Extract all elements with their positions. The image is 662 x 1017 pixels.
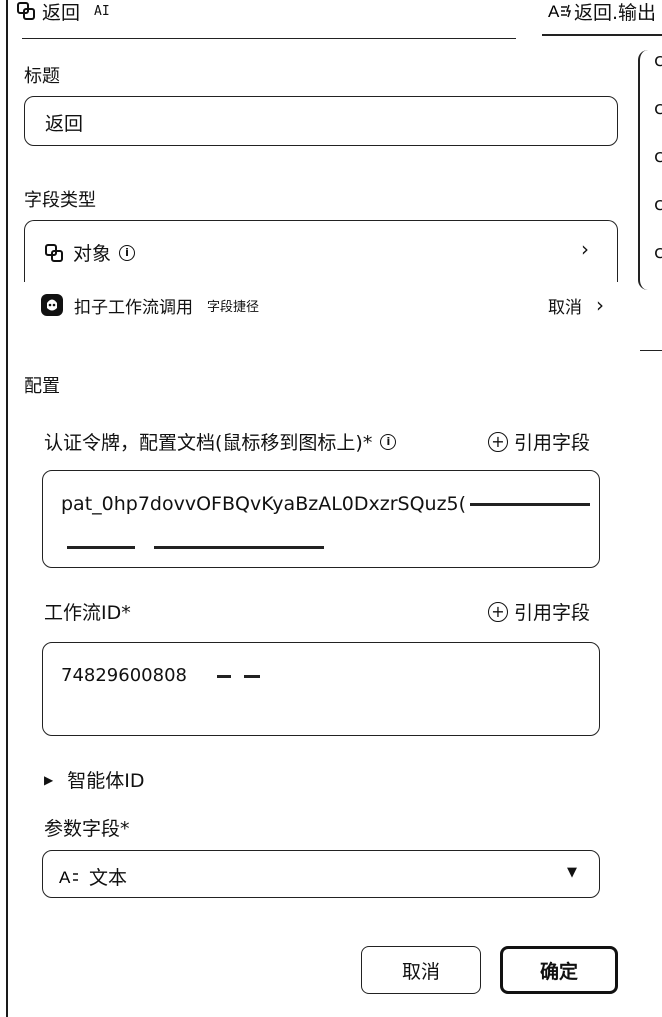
svg-text:A: A: [59, 868, 71, 887]
shortcut-tag: 字段捷径: [207, 299, 260, 315]
workflow-input[interactable]: 74829600808: [42, 642, 600, 736]
shortcut-row: 扣子工作流调用 字段捷径 取消 ›: [40, 292, 604, 318]
header-divider: [22, 38, 516, 39]
field-type-value: 对象: [73, 243, 112, 265]
cancel-button-label: 取消: [401, 960, 440, 983]
tab-underline: [542, 34, 662, 36]
field-type-value-row: 对象 i: [43, 239, 136, 266]
side-item[interactable]: c: [654, 98, 662, 119]
tab-output-label: 返回.输出: [574, 1, 657, 24]
side-item[interactable]: c: [654, 50, 662, 71]
field-type-label: 字段类型: [24, 190, 96, 211]
token-label-row: 认证令牌，配置文档(鼠标移到图标上)* i: [44, 428, 397, 455]
top-bar: 返回 AI A 返回.输出: [0, 0, 662, 1017]
cancel-button[interactable]: 取消: [361, 946, 481, 994]
left-border: [6, 0, 8, 1017]
workflow-ref-label: 引用字段: [514, 602, 591, 624]
agent-label: 智能体ID: [67, 770, 145, 792]
text-type-icon: A: [59, 868, 78, 887]
token-value-redacted: [67, 537, 325, 556]
agent-toggle[interactable]: ▶ 智能体ID: [44, 766, 144, 793]
ai-tag: AI: [94, 3, 110, 19]
token-ref-button[interactable]: + 引用字段: [488, 428, 590, 455]
object-icon: [17, 2, 35, 20]
side-item[interactable]: c: [654, 146, 662, 167]
redaction-bar: [67, 546, 135, 549]
field-type-select[interactable]: 对象 i ›: [24, 220, 618, 282]
workflow-ref-button[interactable]: + 引用字段: [488, 598, 590, 625]
redaction-bar: [216, 674, 231, 678]
caret-right-icon: ▶: [44, 772, 54, 787]
chevron-right-icon: ›: [581, 237, 589, 261]
workflow-value: 74829600808: [61, 665, 187, 686]
title-input[interactable]: 返回: [24, 96, 618, 146]
panel-header: 返回 AI: [16, 0, 110, 24]
header-title: 返回: [42, 1, 81, 24]
confirm-button-label: 确定: [539, 960, 578, 983]
dropdown-caret-icon: ▼: [567, 865, 577, 880]
params-label: 参数字段*: [44, 818, 130, 840]
title-input-value: 返回: [45, 113, 84, 135]
coze-logo-icon: [41, 294, 63, 316]
params-value-row: A 文本: [59, 863, 127, 890]
plus-circle-icon: +: [488, 431, 508, 452]
side-divider: [640, 350, 662, 351]
title-label: 标题: [24, 66, 60, 87]
info-icon[interactable]: i: [119, 244, 136, 261]
side-item[interactable]: c: [654, 194, 662, 215]
redaction-bar: [154, 546, 325, 549]
tab-output[interactable]: A 返回.输出: [548, 0, 657, 24]
token-value-line: pat_0hp7dovvOFBQvKyaBzAL0DxzrSQuz5(: [61, 493, 591, 515]
redaction-bar: [470, 503, 591, 506]
redaction-bar: [244, 674, 261, 678]
workflow-value-line: 74829600808: [61, 665, 261, 686]
token-ref-label: 引用字段: [514, 432, 591, 454]
token-input[interactable]: pat_0hp7dovvOFBQvKyaBzAL0DxzrSQuz5(: [42, 470, 600, 568]
plus-circle-icon: +: [488, 601, 508, 622]
shortcut-cancel-link[interactable]: 取消: [548, 293, 582, 318]
shortcut-name: 扣子工作流调用: [74, 297, 193, 318]
object-icon: [45, 243, 63, 262]
chevron-right-icon[interactable]: ›: [596, 293, 604, 317]
info-icon[interactable]: i: [380, 433, 397, 450]
params-value: 文本: [89, 867, 128, 889]
side-item[interactable]: c: [654, 242, 662, 263]
token-label: 认证令牌，配置文档(鼠标移到图标上)*: [44, 432, 373, 454]
config-label: 配置: [24, 376, 60, 397]
text-ai-icon: A: [548, 2, 572, 21]
side-list: c c c c c: [638, 50, 662, 290]
token-value: pat_0hp7dovvOFBQvKyaBzAL0DxzrSQuz5(: [61, 493, 467, 515]
svg-text:A: A: [548, 2, 560, 21]
workflow-label: 工作流ID*: [44, 602, 131, 624]
confirm-button[interactable]: 确定: [500, 946, 618, 994]
params-select[interactable]: A 文本 ▼: [42, 850, 600, 898]
